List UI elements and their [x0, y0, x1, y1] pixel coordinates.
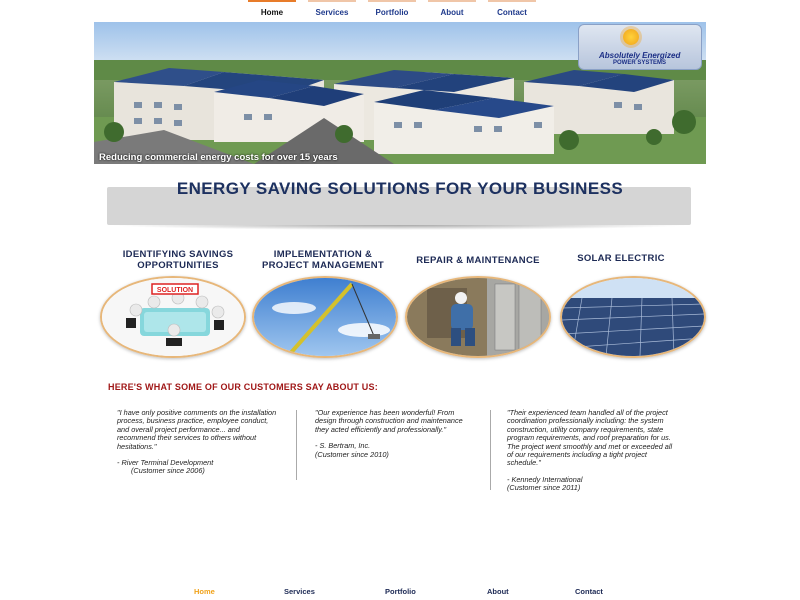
- hero-image: Absolutely Energized POWER SYSTEMS Reduc…: [94, 22, 706, 164]
- service-image-solar[interactable]: [560, 276, 706, 358]
- testimonial-2: "Our experience has been wonderful! From…: [315, 408, 475, 459]
- testimonial-3: "Their experienced team handled all of t…: [507, 408, 679, 493]
- footer-home[interactable]: Home: [194, 587, 215, 596]
- service-title-savings[interactable]: IDENTIFYING SAVINGS OPPORTUNITIES: [108, 249, 248, 271]
- sun-icon: [623, 29, 639, 45]
- company-logo[interactable]: Absolutely Energized POWER SYSTEMS: [578, 24, 702, 70]
- nav-contact[interactable]: Contact: [488, 0, 536, 22]
- service-image-repair[interactable]: [405, 276, 551, 358]
- nav-services[interactable]: Services: [308, 0, 356, 22]
- service-image-implementation[interactable]: [252, 276, 398, 358]
- nav-home[interactable]: Home: [248, 0, 296, 22]
- service-title-repair[interactable]: REPAIR & MAINTENANCE: [404, 255, 552, 266]
- testimonial-since: (Customer since 2006): [131, 466, 205, 476]
- banner-title: ENERGY SAVING SOLUTIONS FOR YOUR BUSINES…: [176, 179, 624, 198]
- service-title-solar[interactable]: SOLAR ELECTRIC: [566, 253, 676, 264]
- testimonial-text: "Our experience has been wonderful! From…: [315, 408, 463, 434]
- testimonial-since: (Customer since 2010): [315, 449, 389, 459]
- footer-about[interactable]: About: [487, 587, 509, 596]
- solution-sign-text: SOLUTION: [157, 287, 193, 294]
- service-title-implementation[interactable]: IMPLEMENTATION & PROJECT MANAGEMENT: [252, 249, 394, 271]
- customers-heading: HERE'S WHAT SOME OF OUR CUSTOMERS SAY AB…: [108, 382, 378, 392]
- nav-portfolio[interactable]: Portfolio: [368, 0, 416, 22]
- footer-portfolio[interactable]: Portfolio: [385, 587, 416, 596]
- service-image-savings[interactable]: SOLUTION: [100, 276, 246, 358]
- testimonial-text: "Their experienced team handled all of t…: [507, 408, 673, 468]
- logo-text-line1: Absolutely Energized: [599, 51, 681, 60]
- nav-about[interactable]: About: [428, 0, 476, 22]
- top-navigation: Home Services Portfolio About Contact: [248, 0, 548, 22]
- footer-contact[interactable]: Contact: [575, 587, 603, 596]
- footer-services[interactable]: Services: [284, 587, 315, 596]
- testimonial-text: "I have only positive comments on the in…: [117, 408, 277, 451]
- testimonial-divider: [296, 410, 297, 480]
- hero-caption: Reducing commercial energy costs for ove…: [99, 152, 338, 163]
- logo-text-line2: POWER SYSTEMS: [613, 60, 667, 66]
- testimonial-since: (Customer since 2011): [507, 483, 581, 493]
- testimonial-1: "I have only positive comments on the in…: [117, 408, 277, 476]
- testimonial-divider: [490, 410, 491, 490]
- footer-navigation: Home Services Portfolio About Contact: [0, 587, 800, 599]
